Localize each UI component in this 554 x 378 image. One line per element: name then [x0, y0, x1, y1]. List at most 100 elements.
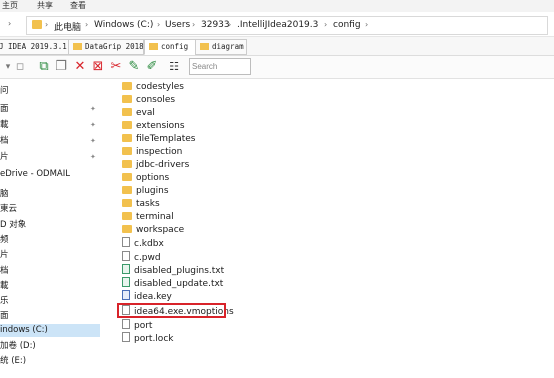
delete-file-icon[interactable]: ⊠	[90, 59, 106, 75]
file-name: consoles	[136, 95, 176, 105]
chevron-right-icon[interactable]: ›	[45, 20, 48, 29]
pin-icon[interactable]: ✦	[90, 151, 96, 164]
folder-icon	[122, 186, 132, 194]
cut-icon[interactable]: ✂	[108, 59, 124, 75]
chevron-right-icon[interactable]: ›	[228, 20, 231, 29]
nav-item[interactable]: 档 ✦	[0, 135, 100, 148]
nav-item-drive-e[interactable]: 统 (E:)	[0, 355, 100, 368]
breadcrumb-user[interactable]: 32933	[201, 20, 230, 30]
nav-item[interactable]: 面	[0, 310, 100, 323]
breadcrumb-users[interactable]: Users	[165, 20, 190, 30]
file-item[interactable]: disabled_plugins.txt	[122, 264, 224, 277]
edit-icon[interactable]: ✐	[144, 59, 160, 75]
ribbon-tab-home[interactable]: 主页	[2, 0, 18, 11]
file-name: disabled_update.txt	[134, 279, 224, 289]
nav-item-label: 面	[0, 104, 9, 114]
folder-item[interactable]: fileTemplates	[122, 133, 195, 146]
breadcrumb-drive[interactable]: Windows (C:)	[94, 20, 153, 30]
folder-tab[interactable]: DataGrip 2018.3	[68, 39, 144, 55]
nav-item-label: 档	[0, 266, 9, 276]
chevron-right-icon[interactable]: ›	[85, 20, 88, 29]
copy-icon[interactable]: ❐	[53, 59, 69, 75]
folder-item[interactable]: extensions	[122, 120, 185, 133]
nav-item[interactable]: 问	[0, 85, 100, 98]
file-item[interactable]: port.lock	[122, 332, 173, 345]
nav-item[interactable]: 乐	[0, 295, 100, 308]
file-icon	[122, 237, 130, 247]
folder-item[interactable]: jdbc-drivers	[122, 159, 189, 172]
folder-item[interactable]: plugins	[122, 185, 169, 198]
file-item[interactable]: port	[122, 319, 152, 332]
folder-icon	[149, 43, 158, 50]
nav-item-onedrive[interactable]: eDrive - ODMAIL	[0, 168, 100, 181]
nav-item-drive-c[interactable]: indows (C:)	[0, 324, 100, 337]
folder-icon	[122, 121, 132, 129]
chevron-right-icon[interactable]: ›	[157, 20, 160, 29]
folder-icon	[200, 43, 209, 50]
nav-item[interactable]: 片	[0, 249, 100, 262]
nav-item[interactable]: 東云	[0, 203, 100, 216]
nav-up-arrow-icon[interactable]: ›	[8, 19, 11, 28]
file-name: c.kdbx	[134, 239, 164, 249]
delete-icon[interactable]: ✕	[72, 59, 88, 75]
folder-item[interactable]: terminal	[122, 211, 174, 224]
breadcrumb-config[interactable]: config	[333, 20, 361, 30]
chevron-right-icon[interactable]: ›	[192, 20, 195, 29]
file-item[interactable]: c.pwd	[122, 251, 161, 264]
search-input[interactable]	[190, 59, 250, 74]
navigation-pane: 问 面 ✦ 載 ✦ 档 ✦ 片 ✦ eDrive - ODMAIL 脑 東云 D 对象 …	[0, 79, 100, 378]
nav-item[interactable]: 載 ✦	[0, 119, 100, 132]
nav-item[interactable]: D 对象	[0, 219, 100, 232]
file-name: c.pwd	[134, 253, 161, 263]
nav-item-drive-d[interactable]: 加卷 (D:)	[0, 340, 100, 353]
nav-item-label: 统 (E:)	[0, 356, 27, 366]
file-item[interactable]: c.kdbx	[122, 237, 164, 250]
back-icon[interactable]: ▫	[12, 59, 28, 75]
folder-icon	[122, 225, 132, 233]
chevron-right-icon[interactable]: ›	[365, 20, 368, 29]
folder-icon	[122, 173, 132, 181]
file-item[interactable]: disabled_update.txt	[122, 277, 223, 290]
folder-item[interactable]: inspection	[122, 146, 182, 159]
toolbar: ▾ ▫ ⧉ ❐ ✕ ⊠ ✂ ✎ ✐ ☷	[0, 56, 554, 79]
folder-tabs-bar: J IDEA 2019.3.1 DataGrip 2018.3 config d…	[0, 37, 554, 56]
rename-icon[interactable]: ✎	[126, 59, 142, 75]
folder-item[interactable]: eval	[122, 107, 155, 120]
nav-item[interactable]: 脑	[0, 188, 100, 201]
folder-item[interactable]: tasks	[122, 198, 160, 211]
nav-item[interactable]: 載	[0, 280, 100, 293]
chevron-right-icon[interactable]: ›	[324, 20, 327, 29]
folder-item[interactable]: consoles	[122, 94, 175, 107]
file-name: idea.key	[134, 292, 172, 302]
folder-tab-label: J IDEA 2019.3.1	[0, 42, 67, 51]
folder-tab[interactable]: J IDEA 2019.3.1	[0, 39, 70, 55]
folder-tab-active[interactable]: config	[144, 39, 196, 55]
file-name: jdbc-drivers	[136, 160, 190, 170]
nav-item[interactable]: 频	[0, 234, 100, 247]
search-box[interactable]	[189, 58, 251, 75]
file-name: fileTemplates	[136, 134, 196, 144]
pin-icon[interactable]: ✦	[90, 103, 96, 116]
folder-tab[interactable]: diagram	[195, 39, 247, 55]
nav-item[interactable]: 档	[0, 265, 100, 278]
folder-icon	[122, 199, 132, 207]
breadcrumb-this-pc[interactable]: 此电脑	[54, 20, 81, 33]
file-name: disabled_plugins.txt	[134, 266, 225, 276]
pin-icon[interactable]: ✦	[90, 135, 96, 148]
file-item[interactable]: idea.key	[122, 290, 172, 303]
nav-item[interactable]: 片 ✦	[0, 151, 100, 164]
folder-item[interactable]: workspace	[122, 224, 184, 237]
view-options-icon[interactable]: ☷	[166, 59, 182, 75]
ribbon-tab-share[interactable]: 共享	[37, 0, 53, 11]
text-file-icon	[122, 277, 130, 287]
folder-item[interactable]: codestyles	[122, 81, 184, 94]
address-bar[interactable]: › 此电脑 › Windows (C:) › Users › 32933 › .…	[26, 16, 548, 35]
folder-item[interactable]: options	[122, 172, 169, 185]
ribbon-tab-view[interactable]: 查看	[70, 0, 86, 11]
file-name: options	[136, 173, 170, 183]
tree-icon[interactable]: ⧉	[36, 59, 52, 75]
nav-item[interactable]: 面 ✦	[0, 103, 100, 116]
pin-icon[interactable]: ✦	[90, 119, 96, 132]
highlight-box	[117, 303, 226, 318]
breadcrumb-idea[interactable]: .IntelliJIdea2019.3	[237, 20, 318, 30]
